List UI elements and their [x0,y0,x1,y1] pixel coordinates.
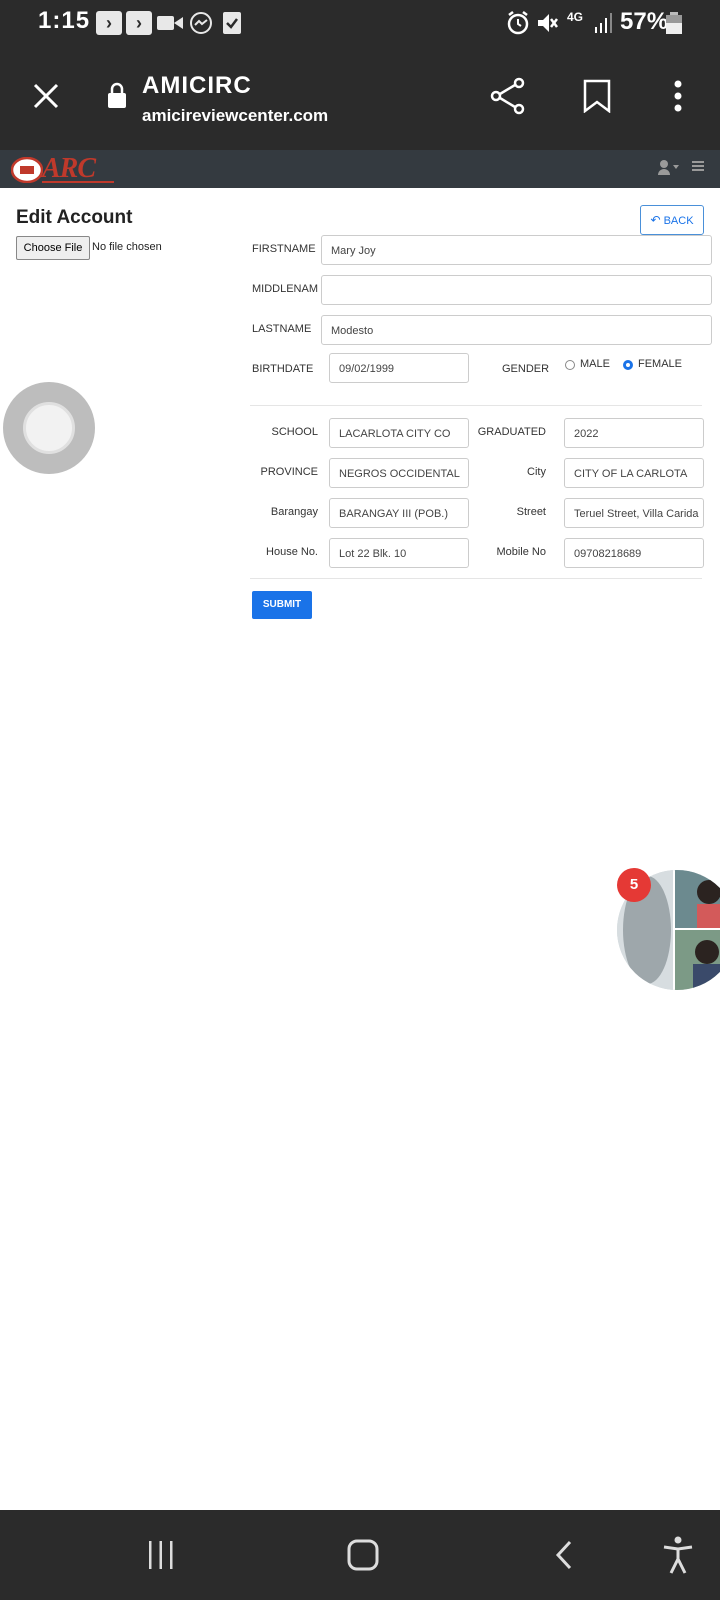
clipboard-check-icon [223,12,241,34]
birthdate-label: BIRTHDATE [252,363,314,375]
hamburger-icon[interactable] [692,161,704,171]
logo-emblem[interactable] [11,157,43,183]
school-input[interactable]: LACARLOTA CITY CO [329,418,469,448]
close-icon[interactable] [33,83,59,109]
alarm-icon [507,11,529,35]
recents-icon[interactable] [147,1540,175,1570]
share-icon[interactable] [490,77,526,115]
gender-female-label: FEMALE [638,358,683,370]
notification-icon: › [96,11,122,35]
graduated-input[interactable]: 2022 [564,418,704,448]
house-no-label: House No. [266,546,318,558]
site-navbar: ARC [0,150,720,188]
floating-launcher-button[interactable] [3,382,95,474]
mute-icon [538,14,558,32]
network-type: 4G [567,10,584,24]
street-input[interactable]: Teruel Street, Villa Carida [564,498,704,528]
notification-icon: › [126,11,152,35]
battery-percent: 57% [620,8,669,35]
city-label: City [527,466,546,478]
submit-button[interactable]: SUBMIT [252,591,312,619]
lastname-input[interactable]: Modesto [321,315,712,345]
notification-badge: 5 [617,868,651,902]
bookmark-icon[interactable] [583,79,611,113]
messenger-icon [190,12,212,34]
city-input[interactable]: CITY OF LA CARLOTA [564,458,704,488]
divider [250,578,702,579]
gender-female-radio[interactable] [623,360,633,370]
launcher-inner-icon [23,402,75,454]
edit-account-heading: Edit Account [16,207,133,228]
mobile-no-label: Mobile No [496,546,546,558]
back-button[interactable]: ↶ BACK [640,205,704,235]
street-label: Street [516,506,546,518]
gender-male-label: MALE [580,358,610,370]
lastname-label: LASTNAME [252,323,312,335]
system-navigation-bar [0,1510,720,1600]
back-label: BACK [663,215,694,227]
barangay-input[interactable]: BARANGAY III (POB.) [329,498,469,528]
middlename-input[interactable] [321,275,712,305]
barangay-label: Barangay [270,506,318,518]
video-call-icon [157,16,183,30]
gender-male-radio[interactable] [565,360,575,370]
firstname-label: FIRSTNAME [252,243,316,255]
mobile-no-input[interactable]: 09708218689 [564,538,704,568]
province-label: PROVINCE [260,466,318,478]
more-vert-icon[interactable] [672,79,684,113]
battery-icon [666,12,682,34]
logo-underline [42,181,114,183]
lock-icon [108,82,126,108]
school-label: SCHOOL [271,426,318,438]
user-icon[interactable] [658,159,680,175]
accessibility-icon[interactable] [662,1536,694,1574]
browser-toolbar: AMICIRC amicireviewcenter.com [0,46,720,150]
status-time: 1:15 [38,7,91,34]
no-file-text: No file chosen [92,241,162,253]
reply-icon: ↶ [650,213,661,227]
back-icon[interactable] [554,1540,574,1570]
page-url[interactable]: amicireviewcenter.com [142,106,328,126]
gender-label: GENDER [502,363,550,375]
status-bar: 1:15 › › 4G 57% [0,0,720,46]
province-input[interactable]: NEGROS OCCIDENTAL [329,458,469,488]
home-icon[interactable] [347,1539,379,1571]
birthdate-input[interactable]: 09/02/1999 [329,353,469,383]
page-title: AMICIRC [142,72,252,99]
middlename-label: MIDDLENAM [252,283,319,295]
signal-icon [595,13,612,33]
firstname-input[interactable]: Mary Joy [321,235,712,265]
choose-file-button[interactable]: Choose File [16,236,90,260]
house-no-input[interactable]: Lot 22 Blk. 10 [329,538,469,568]
divider [250,405,702,406]
graduated-label: GRADUATED [477,426,546,438]
